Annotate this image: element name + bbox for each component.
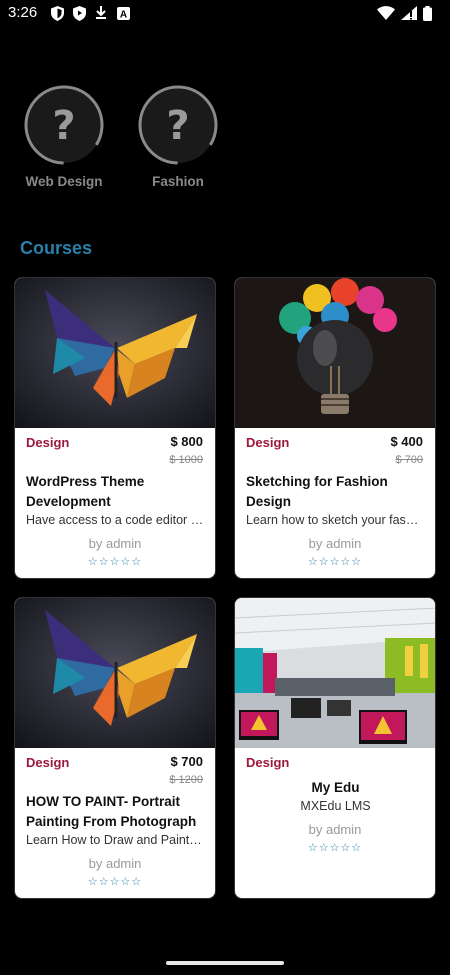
section-title: Courses [20, 238, 93, 258]
category-label: Fashion [152, 174, 204, 189]
rating-stars: ☆☆☆☆☆ [307, 841, 363, 854]
course-old-price: $ 1200 [169, 774, 203, 786]
course-author: by admin [308, 822, 362, 837]
course-subtitle: Have access to a code editor and ... [26, 513, 205, 527]
course-thumbnail [15, 278, 215, 428]
question-icon: ? [23, 84, 105, 166]
course-title: Sketching for Fashion Design [246, 474, 388, 509]
shield-icon [50, 5, 64, 21]
download-icon [94, 5, 108, 21]
svg-text:A: A [119, 9, 126, 20]
course-card[interactable]: Design $ 400 $ 700 Sketching for Fashion… [234, 277, 436, 579]
course-author: by admin [88, 856, 142, 871]
course-subtitle: Learn how to sketch your fashion ideas [246, 513, 425, 527]
course-card[interactable]: Design $ 800 $ 1000 WordPress Theme Deve… [14, 277, 216, 579]
question-icon: ? [137, 84, 219, 166]
course-category: Design [246, 435, 290, 450]
app-notification-icon: A [116, 5, 130, 21]
home-indicator[interactable] [166, 961, 284, 965]
category-label: Web Design [25, 174, 103, 189]
category-list: ? Web Design ? Fashion [20, 84, 222, 189]
course-price: $ 700 [170, 754, 203, 769]
course-category: Design [26, 755, 70, 770]
course-subtitle: Learn How to Draw and Paint Portraits [26, 833, 205, 847]
course-subtitle: MXEdu LMS [300, 799, 371, 813]
course-title: My Edu [311, 780, 360, 795]
course-card[interactable]: Design $ 700 $ 1200 HOW TO PAINT- Portra… [14, 597, 216, 899]
course-thumbnail [235, 278, 435, 428]
course-price: $ 800 [170, 434, 203, 449]
category-fashion[interactable]: ? Fashion [134, 84, 222, 189]
svg-text:?: ? [166, 103, 189, 149]
course-thumbnail [15, 598, 215, 748]
category-web-design[interactable]: ? Web Design [20, 84, 108, 189]
course-author: by admin [308, 536, 362, 551]
rating-stars: ☆☆☆☆☆ [87, 875, 143, 888]
course-title: HOW TO PAINT- Portrait Painting From Pho… [26, 794, 197, 829]
wifi-icon [377, 5, 395, 21]
course-author: by admin [88, 536, 142, 551]
course-card[interactable]: Design My Edu MXEdu LMS by admin ☆☆☆☆☆ [234, 597, 436, 899]
rating-stars: ☆☆☆☆☆ [307, 555, 363, 568]
course-price: $ 400 [390, 434, 423, 449]
course-title: WordPress Theme Development [26, 474, 145, 509]
play-protect-icon [72, 5, 86, 21]
course-category: Design [246, 755, 290, 770]
course-old-price: $ 700 [395, 454, 423, 466]
course-thumbnail [235, 598, 435, 748]
course-category: Design [26, 435, 70, 450]
course-old-price: $ 1000 [169, 454, 203, 466]
rating-stars: ☆☆☆☆☆ [87, 555, 143, 568]
status-time: 3:26 [8, 4, 38, 21]
svg-text:?: ? [52, 103, 75, 149]
status-bar: 3:26 A [0, 0, 450, 28]
signal-icon [401, 5, 417, 21]
battery-icon [423, 5, 432, 21]
